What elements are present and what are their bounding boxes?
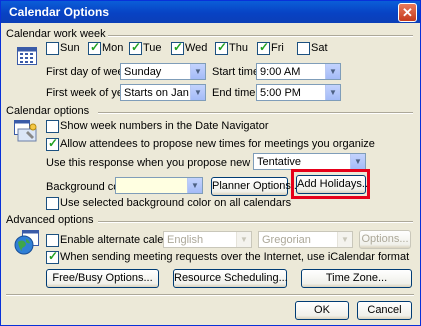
chevron-down-icon: ▼ (350, 154, 365, 169)
tue-label: Tue (143, 42, 162, 54)
calendar-options-dialog: Calendar Options ✕ Calendar work week Su… (0, 0, 421, 326)
start-time-select[interactable]: 9:00 AM ▼ (256, 63, 341, 80)
add-holidays-highlight (291, 169, 370, 199)
calendar-options-icon (14, 119, 40, 143)
dialog-title: Calendar Options (9, 5, 110, 19)
mon-label: Mon (102, 42, 124, 54)
start-time-label: Start time: (212, 66, 263, 78)
fri-checkbox[interactable] (257, 40, 270, 55)
title-bar[interactable]: Calendar Options ✕ (1, 1, 420, 23)
wed-checkbox[interactable] (171, 40, 184, 55)
calendar-grid-icon (17, 45, 37, 65)
first-day-select[interactable]: Sunday ▼ (120, 63, 206, 80)
alt-language-select[interactable]: English ▼ (163, 231, 252, 248)
use-selected-bg-label: Use selected background color on all cal… (60, 197, 292, 209)
response-select[interactable]: Tentative ▼ (253, 153, 366, 170)
use-selected-bg-checkbox[interactable] (46, 197, 59, 210)
resource-scheduling-button[interactable]: Resource Scheduling... (173, 269, 288, 288)
chevron-down-icon: ▼ (190, 64, 205, 79)
first-week-value: Starts on Jan 1 (124, 87, 198, 99)
response-value: Tentative (257, 156, 302, 168)
sun-checkbox[interactable] (46, 42, 59, 55)
alt-calendar-options-button[interactable]: Options... (359, 230, 411, 249)
alt-calendar-value: Gregorian (262, 234, 311, 246)
first-week-select[interactable]: Starts on Jan 1 ▼ (120, 84, 206, 101)
tue-checkbox[interactable] (129, 40, 142, 55)
icalendar-checkbox[interactable] (46, 249, 59, 264)
end-time-label: End time: (212, 87, 259, 99)
calendar-options-divider (98, 112, 413, 114)
fri-label: Fri (271, 42, 284, 54)
chevron-down-icon: ▼ (187, 178, 202, 193)
sun-label: Sun (60, 42, 80, 54)
close-button[interactable]: ✕ (398, 3, 417, 22)
alt-calendar-select[interactable]: Gregorian ▼ (258, 231, 353, 248)
show-week-numbers-label: Show week numbers in the Date Navigator (60, 120, 269, 132)
chevron-down-icon: ▼ (337, 232, 352, 247)
chevron-down-icon: ▼ (236, 232, 251, 247)
footer-divider (6, 294, 414, 296)
planner-options-button[interactable]: Planner Options... (211, 177, 300, 196)
time-zone-button[interactable]: Time Zone... (301, 269, 412, 288)
work-week-divider (108, 35, 413, 37)
wed-label: Wed (185, 42, 208, 54)
advanced-options-section-title: Advanced options (6, 214, 94, 226)
thu-checkbox[interactable] (215, 40, 228, 55)
start-time-value: 9:00 AM (260, 66, 301, 78)
end-time-select[interactable]: 5:00 PM ▼ (256, 84, 341, 101)
chevron-down-icon: ▼ (325, 85, 340, 100)
enable-alt-calendar-checkbox[interactable] (46, 234, 59, 247)
close-icon: ✕ (402, 5, 413, 20)
chevron-down-icon: ▼ (190, 85, 205, 100)
allow-attendees-checkbox[interactable] (46, 136, 59, 151)
thu-label: Thu (229, 42, 248, 54)
globe-calendar-icon (14, 229, 40, 255)
advanced-options-divider (98, 221, 413, 223)
ok-button[interactable]: OK (295, 301, 349, 320)
allow-attendees-label: Allow attendees to propose new times for… (60, 138, 375, 150)
work-week-section-title: Calendar work week (6, 28, 106, 40)
alt-language-value: English (167, 234, 204, 246)
mon-checkbox[interactable] (88, 40, 101, 55)
bg-color-select[interactable]: ▼ (115, 177, 203, 194)
chevron-down-icon: ▼ (325, 64, 340, 79)
sat-label: Sat (311, 42, 328, 54)
show-week-numbers-checkbox[interactable] (46, 120, 59, 133)
end-time-value: 5:00 PM (260, 87, 301, 99)
calendar-options-section-title: Calendar options (6, 105, 90, 117)
sat-checkbox[interactable] (297, 42, 310, 55)
icalendar-label: When sending meeting requests over the I… (60, 251, 410, 263)
free-busy-options-button[interactable]: Free/Busy Options... (46, 269, 159, 288)
cancel-button[interactable]: Cancel (357, 301, 412, 320)
first-day-value: Sunday (124, 66, 162, 78)
